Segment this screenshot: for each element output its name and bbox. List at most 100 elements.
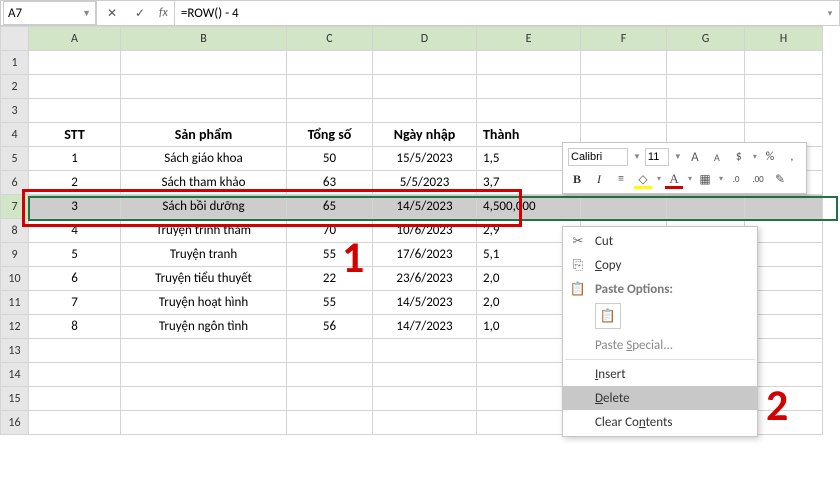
col-header-H[interactable]: H — [745, 27, 823, 51]
cell[interactable]: 23/6/2023 — [373, 267, 477, 291]
percent-format-button[interactable]: % — [761, 148, 779, 166]
row-header[interactable]: 6 — [1, 171, 29, 195]
chevron-down-icon[interactable]: ▼ — [633, 152, 641, 162]
cell[interactable]: 14/5/2023 — [373, 291, 477, 315]
cell[interactable]: 7 — [29, 291, 121, 315]
select-all-corner[interactable] — [1, 27, 29, 51]
chevron-down-icon[interactable]: ▾ — [753, 152, 757, 162]
ctx-clear-contents[interactable]: Clear Contents — [563, 410, 757, 434]
cell[interactable]: 65 — [287, 195, 373, 219]
cell[interactable]: Sách giáo khoa — [121, 147, 287, 171]
cell[interactable]: 14/5/2023 — [373, 195, 477, 219]
cell[interactable]: Truyện tiểu thuyết — [121, 267, 287, 291]
ctx-label: Delete — [595, 391, 630, 406]
cell[interactable]: Sách bồi dưỡng — [121, 195, 287, 219]
row-header[interactable]: 1 — [1, 51, 29, 75]
ctx-paste-special[interactable]: Paste Special... — [563, 333, 757, 357]
fill-color-button[interactable]: ◇ — [634, 170, 652, 188]
cell[interactable]: Truyện trinh thám — [121, 219, 287, 243]
formula-input[interactable]: =ROW() - 4 — [175, 1, 821, 25]
cell[interactable]: Truyện ngôn tình — [121, 315, 287, 339]
cell[interactable]: Truyện tranh — [121, 243, 287, 267]
row-header[interactable]: 8 — [1, 219, 29, 243]
cell[interactable]: 4,500,000 — [477, 195, 581, 219]
border-button[interactable]: ▦ — [696, 170, 714, 188]
decrease-font-icon[interactable]: A — [708, 148, 726, 166]
cell[interactable]: 3 — [29, 195, 121, 219]
cell[interactable]: Sản phẩm — [121, 123, 287, 147]
cell[interactable]: Truyện hoạt hình — [121, 291, 287, 315]
cell[interactable]: 8 — [29, 315, 121, 339]
col-header-A[interactable]: A — [29, 27, 121, 51]
col-header-E[interactable]: E — [477, 27, 581, 51]
cell[interactable]: 14/7/2023 — [373, 315, 477, 339]
paste-default-button[interactable]: 📋 — [595, 303, 621, 329]
bold-button[interactable]: B — [568, 170, 586, 188]
row-header[interactable]: 13 — [1, 339, 29, 363]
chevron-down-icon[interactable]: ▾ — [657, 174, 661, 184]
cell[interactable]: Sách tham khảo — [121, 171, 287, 195]
row-header[interactable]: 15 — [1, 387, 29, 411]
mini-toolbar[interactable]: ▼ ▼ A A $ ▾ % , B I ≡ ◇ ▾ A ▾ ▦ ▾ .0 .00… — [562, 142, 807, 194]
increase-decimal-button[interactable]: .0 — [727, 170, 745, 188]
font-size-select[interactable] — [645, 148, 669, 166]
col-header-G[interactable]: G — [667, 27, 745, 51]
row-header[interactable]: 10 — [1, 267, 29, 291]
row-header[interactable]: 4 — [1, 123, 29, 147]
font-name-select[interactable] — [568, 148, 628, 166]
fx-icon[interactable]: fx — [159, 6, 168, 20]
cell[interactable]: 6 — [29, 267, 121, 291]
cell[interactable]: 63 — [287, 171, 373, 195]
ctx-insert[interactable]: Insert — [563, 362, 757, 386]
row-header[interactable]: 3 — [1, 99, 29, 123]
row-header[interactable]: 2 — [1, 75, 29, 99]
name-box[interactable]: A7 ▼ — [3, 1, 96, 25]
cell[interactable]: 56 — [287, 315, 373, 339]
chevron-down-icon[interactable]: ▼ — [674, 152, 682, 162]
cell[interactable]: 10/6/2023 — [373, 219, 477, 243]
comma-format-button[interactable]: , — [783, 148, 801, 166]
cancel-formula-icon: ✕ — [103, 4, 121, 22]
chevron-down-icon[interactable]: ▼ — [82, 8, 91, 19]
chevron-down-icon[interactable]: ▾ — [688, 174, 692, 184]
row-header[interactable]: 11 — [1, 291, 29, 315]
font-color-button[interactable]: A — [665, 170, 683, 188]
row-header[interactable]: 12 — [1, 315, 29, 339]
ctx-copy[interactable]: ⎘ Copy — [563, 253, 757, 277]
align-button[interactable]: ≡ — [612, 170, 630, 188]
chevron-down-icon[interactable]: ▾ — [719, 174, 723, 184]
row-header[interactable]: 14 — [1, 363, 29, 387]
italic-button[interactable]: I — [590, 170, 608, 188]
col-header-B[interactable]: B — [121, 27, 287, 51]
cell[interactable]: Ngày nhập — [373, 123, 477, 147]
decrease-decimal-button[interactable]: .00 — [749, 170, 767, 188]
col-header-D[interactable]: D — [373, 27, 477, 51]
col-header-F[interactable]: F — [581, 27, 667, 51]
cell[interactable]: 22 — [287, 267, 373, 291]
row-header[interactable]: 7 — [1, 195, 29, 219]
cell[interactable]: 70 — [287, 219, 373, 243]
ctx-delete[interactable]: Delete — [563, 386, 757, 410]
cell[interactable]: 15/5/2023 — [373, 147, 477, 171]
cell[interactable]: 4 — [29, 219, 121, 243]
cell[interactable]: 1 — [29, 147, 121, 171]
cell[interactable]: STT — [29, 123, 121, 147]
cell[interactable]: Tổng số — [287, 123, 373, 147]
ctx-label: Cut — [595, 234, 613, 249]
row-header[interactable]: 16 — [1, 411, 29, 435]
cell[interactable]: 17/6/2023 — [373, 243, 477, 267]
row-header[interactable]: 5 — [1, 147, 29, 171]
cell[interactable]: 55 — [287, 291, 373, 315]
cell[interactable]: 55 — [287, 243, 373, 267]
increase-font-icon[interactable]: A — [686, 148, 704, 166]
row-header[interactable]: 9 — [1, 243, 29, 267]
format-painter-button[interactable]: ✎ — [771, 170, 789, 188]
expand-formula-bar-icon[interactable]: ▾ — [821, 8, 839, 19]
cell[interactable]: 50 — [287, 147, 373, 171]
cell[interactable]: 2 — [29, 171, 121, 195]
col-header-C[interactable]: C — [287, 27, 373, 51]
ctx-cut[interactable]: ✂ Cut — [563, 229, 757, 253]
cell[interactable]: 5 — [29, 243, 121, 267]
cell[interactable]: 5/5/2023 — [373, 171, 477, 195]
currency-format-button[interactable]: $ — [730, 148, 748, 166]
